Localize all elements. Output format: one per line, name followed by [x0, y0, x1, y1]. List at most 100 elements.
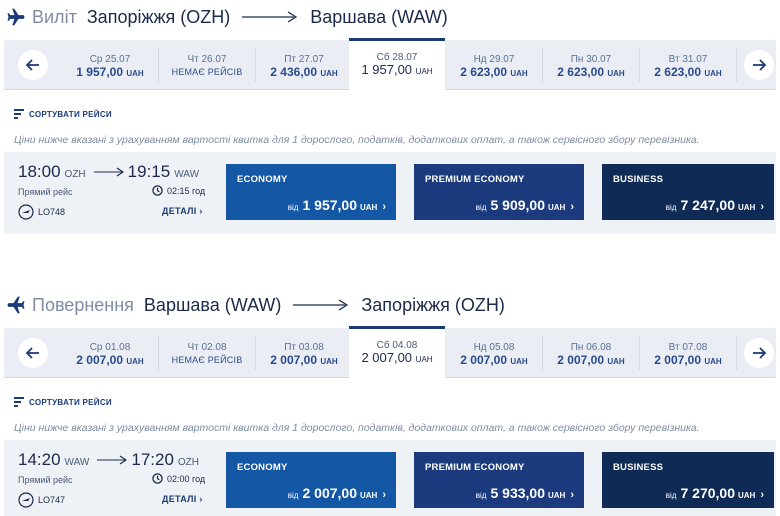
date-day: Вт 07.08 [668, 342, 708, 353]
departure-code: WAW [64, 457, 90, 468]
no-flights-label: НЕМАЄ РЕЙСІВ [171, 355, 243, 365]
airline-logo-icon [18, 492, 34, 508]
date-currency: UAH [607, 69, 625, 78]
sort-flights-button[interactable]: СОРТУВАТИ РЕЙСИ [14, 396, 112, 408]
sort-flights-button[interactable]: СОРТУВАТИ РЕЙСИ [14, 108, 112, 120]
date-price: 2 436,00 [270, 65, 318, 79]
date-price: 2 007,00 [557, 353, 605, 367]
date-day: Пн 30.07 [570, 54, 612, 65]
date-currency: UAH [320, 69, 338, 78]
arrival-time: 17:20 [131, 450, 174, 469]
date-option[interactable]: Чт 02.08 НЕМАЄ РЕЙСІВ [159, 328, 255, 378]
flight-number-text: LO747 [38, 495, 66, 505]
date-option[interactable]: Нд 05.08 2 007,00 UAH [446, 328, 542, 378]
fare-premium-economy-button[interactable]: PREMIUM ECONOMY від 5 933,00 UAH › [414, 452, 584, 508]
flight-details-link[interactable]: ДЕТАЛІ › [162, 494, 203, 504]
fare-from: від [665, 203, 677, 212]
date-currency: UAH [510, 357, 528, 366]
arrow-left-icon [25, 347, 39, 359]
fare-from: від [475, 491, 487, 500]
date-day: Пт 03.08 [284, 342, 324, 353]
date-currency: UAH [415, 355, 433, 364]
date-price: 2 007,00 [654, 353, 702, 367]
date-option[interactable]: Пн 30.07 2 623,00 UAH [543, 40, 639, 90]
date-day: Нд 29.07 [473, 54, 515, 65]
direction-label: Виліт [32, 6, 77, 27]
flight-number-text: LO748 [38, 207, 66, 217]
long-arrow-icon [293, 299, 349, 311]
date-option[interactable]: Ср 25.07 1 957,00 UAH [62, 40, 158, 90]
date-option[interactable]: Пт 03.08 2 007,00 UAH [256, 328, 352, 378]
date-day: Пн 06.08 [570, 342, 612, 353]
next-dates-button[interactable] [744, 50, 774, 80]
date-price: 2 007,00 [270, 353, 318, 367]
flight-card: 18:00 OZH 19:15 WAW Прямий рейс 02:15 го… [4, 152, 776, 234]
date-day: Нд 05.08 [473, 342, 515, 353]
fare-currency: UAH [547, 491, 566, 500]
no-flights-label: НЕМАЄ РЕЙСІВ [171, 67, 243, 77]
fare-from: від [665, 491, 677, 500]
arrival-code: OZH [177, 457, 200, 468]
arrival-time: 19:15 [127, 162, 171, 181]
fare-amount: 7 270,00 [680, 485, 735, 501]
date-option[interactable]: Нд 29.07 2 623,00 UAH [446, 40, 542, 90]
date-currency: UAH [415, 67, 433, 76]
date-currency: UAH [704, 357, 722, 366]
fare-premium-economy-button[interactable]: PREMIUM ECONOMY від 5 909,00 UAH › [414, 164, 584, 220]
date-option[interactable]: Ср 01.08 2 007,00 UAH [62, 328, 158, 378]
date-carousel: Ср 25.07 1 957,00 UAH Чт 26.07 НЕМАЄ РЕЙ… [4, 38, 776, 90]
date-carousel: Ср 01.08 2 007,00 UAH Чт 02.08 НЕМАЄ РЕЙ… [4, 326, 776, 378]
outbound-route-header: Виліт Запоріжжя (OZH) Варшава (WAW) [6, 4, 448, 30]
flight-number: LO748 [18, 204, 65, 220]
date-day: Ср 01.08 [89, 342, 131, 353]
plane-departure-icon [7, 8, 25, 26]
clock-icon [152, 473, 163, 484]
return-route-header: Повернення Варшава (WAW) Запоріжжя (OZH) [6, 292, 505, 318]
fare-economy-button[interactable]: ECONOMY від 1 957,00 UAH › [226, 164, 396, 220]
arrow-left-icon [25, 59, 39, 71]
flight-details-link[interactable]: ДЕТАЛІ › [162, 206, 203, 216]
date-option[interactable]: Пн 06.08 2 007,00 UAH [543, 328, 639, 378]
fare-amount: 5 933,00 [490, 485, 545, 501]
fare-business-button[interactable]: BUSINESS від 7 270,00 UAH › [602, 452, 774, 508]
fare-class: PREMIUM ECONOMY [425, 174, 525, 185]
next-dates-button[interactable] [744, 338, 774, 368]
fare-class: BUSINESS [613, 462, 664, 473]
arrival-code: WAW [174, 169, 200, 180]
date-option[interactable]: Вт 07.08 2 007,00 UAH [640, 328, 736, 378]
sort-label: СОРТУВАТИ РЕЙСИ [29, 397, 112, 407]
date-option[interactable]: Чт 26.07 НЕМАЄ РЕЙСІВ [159, 40, 255, 90]
fare-business-button[interactable]: BUSINESS від 7 247,00 UAH › [602, 164, 774, 220]
flight-times: 18:00 OZH 19:15 WAW [18, 162, 199, 182]
date-option-selected[interactable]: Сб 28.07 1 957,00 UAH [349, 38, 445, 90]
fare-economy-button[interactable]: ECONOMY від 2 007,00 UAH › [226, 452, 396, 508]
date-option[interactable]: Вт 31.07 2 623,00 UAH [640, 40, 736, 90]
date-currency: UAH [510, 69, 528, 78]
fare-currency: UAH [737, 203, 756, 212]
chevron-right-icon: › [382, 489, 386, 501]
arrow-right-icon [97, 455, 128, 465]
departure-code: OZH [64, 169, 86, 180]
fare-from: від [287, 491, 299, 500]
plane-return-icon [7, 296, 25, 314]
date-price: 2 623,00 [654, 65, 702, 79]
date-day: Вт 31.07 [668, 54, 708, 65]
date-price: 1 957,00 [76, 65, 124, 79]
flight-type: Прямий рейс [18, 475, 73, 485]
prev-dates-button[interactable] [18, 338, 48, 368]
direction-label: Повернення [32, 294, 134, 315]
departure-time: 18:00 [18, 162, 61, 181]
sort-icon [14, 109, 24, 119]
date-option-selected[interactable]: Сб 04.08 2 007,00 UAH [349, 326, 445, 378]
fare-amount: 5 909,00 [490, 197, 545, 213]
flight-duration: 02:00 год [152, 473, 205, 484]
chevron-right-icon: › [760, 201, 764, 213]
fare-class: PREMIUM ECONOMY [425, 462, 525, 473]
sort-label: СОРТУВАТИ РЕЙСИ [29, 109, 112, 119]
duration-text: 02:00 год [167, 473, 206, 484]
date-price: 1 957,00 [361, 62, 413, 77]
fare-from: від [475, 203, 487, 212]
date-day: Чт 02.08 [187, 342, 227, 353]
prev-dates-button[interactable] [18, 50, 48, 80]
date-option[interactable]: Пт 27.07 2 436,00 UAH [256, 40, 352, 90]
